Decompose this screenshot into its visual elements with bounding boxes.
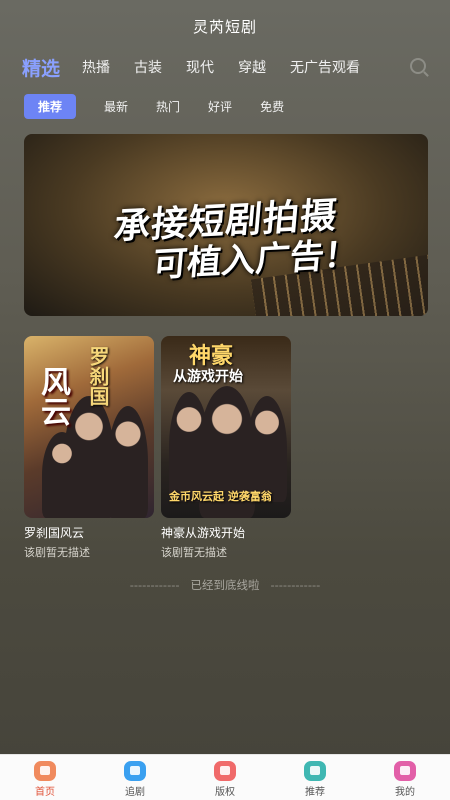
search-icon[interactable] <box>410 58 426 74</box>
house-icon <box>394 761 416 781</box>
home-play-icon <box>34 761 56 781</box>
nav-profile[interactable]: 我的 <box>360 755 450 800</box>
drama-card[interactable]: 罗刹国 风云 罗刹国风云 该剧暂无描述 <box>24 336 154 560</box>
copyright-icon <box>214 761 236 781</box>
tab-no-ads[interactable]: 无广告观看 <box>290 57 360 77</box>
nav-recommend[interactable]: 推荐 <box>270 755 360 800</box>
drama-card[interactable]: 神豪 从游戏开始 金币风云起 逆袭富翁 神豪从游戏开始 该剧暂无描述 <box>161 336 291 560</box>
tab-costume[interactable]: 古装 <box>134 57 162 77</box>
poster-text: 金币风云起 逆袭富翁 <box>169 490 272 503</box>
nav-label: 追剧 <box>125 787 145 798</box>
nav-label: 推荐 <box>305 787 325 798</box>
bottom-nav: 首页 追剧 版权 推荐 我的 <box>0 754 450 800</box>
nav-label: 我的 <box>395 787 415 798</box>
subtab-recommended[interactable]: 推荐 <box>24 94 77 119</box>
nav-copyright[interactable]: 版权 <box>180 755 270 800</box>
drama-description: 该剧暂无描述 <box>161 546 227 559</box>
promo-banner[interactable]: 承接短剧拍摄 可植入广告！ <box>24 134 428 316</box>
tab-hot[interactable]: 热播 <box>82 57 110 77</box>
poster-text: 罗刹国 <box>86 346 110 406</box>
tab-time-travel[interactable]: 穿越 <box>238 57 266 77</box>
subtab-top-rated[interactable]: 好评 <box>208 98 232 115</box>
drama-description: 该剧暂无描述 <box>24 546 90 559</box>
tag-icon <box>304 761 326 781</box>
subtab-free[interactable]: 免费 <box>260 98 284 115</box>
poster-text: 从游戏开始 <box>173 369 243 385</box>
app-title: 灵芮短剧 <box>192 18 257 36</box>
nav-home[interactable]: 首页 <box>0 755 90 800</box>
main-tabs: 精选 热播 古装 现代 穿越 无广告观看 <box>22 54 436 80</box>
nav-following[interactable]: 追剧 <box>90 755 180 800</box>
divider-dashes: ------------ <box>270 578 321 592</box>
tab-featured[interactable]: 精选 <box>22 54 60 81</box>
heart-icon <box>124 761 146 781</box>
end-of-list-text: 已经到底线啦 <box>190 578 260 592</box>
drama-poster[interactable]: 罗刹国 风云 <box>24 336 154 518</box>
end-of-list-indicator: ------------ 已经到底线啦 ------------ <box>0 577 450 593</box>
tab-modern[interactable]: 现代 <box>186 57 214 77</box>
poster-figure <box>108 406 148 518</box>
drama-title[interactable]: 神豪从游戏开始 <box>161 524 291 541</box>
subtab-latest[interactable]: 最新 <box>104 98 128 115</box>
subtab-popular[interactable]: 热门 <box>156 98 180 115</box>
nav-label: 首页 <box>35 787 55 798</box>
drama-poster[interactable]: 神豪 从游戏开始 金币风云起 逆袭富翁 <box>161 336 291 518</box>
nav-label: 版权 <box>215 787 235 798</box>
poster-figure <box>42 432 82 518</box>
drama-title[interactable]: 罗刹国风云 <box>24 524 154 541</box>
sub-tabs: 推荐 最新 热门 好评 免费 <box>24 94 312 119</box>
poster-text: 风云 <box>35 366 70 426</box>
divider-dashes: ------------ <box>129 578 180 592</box>
